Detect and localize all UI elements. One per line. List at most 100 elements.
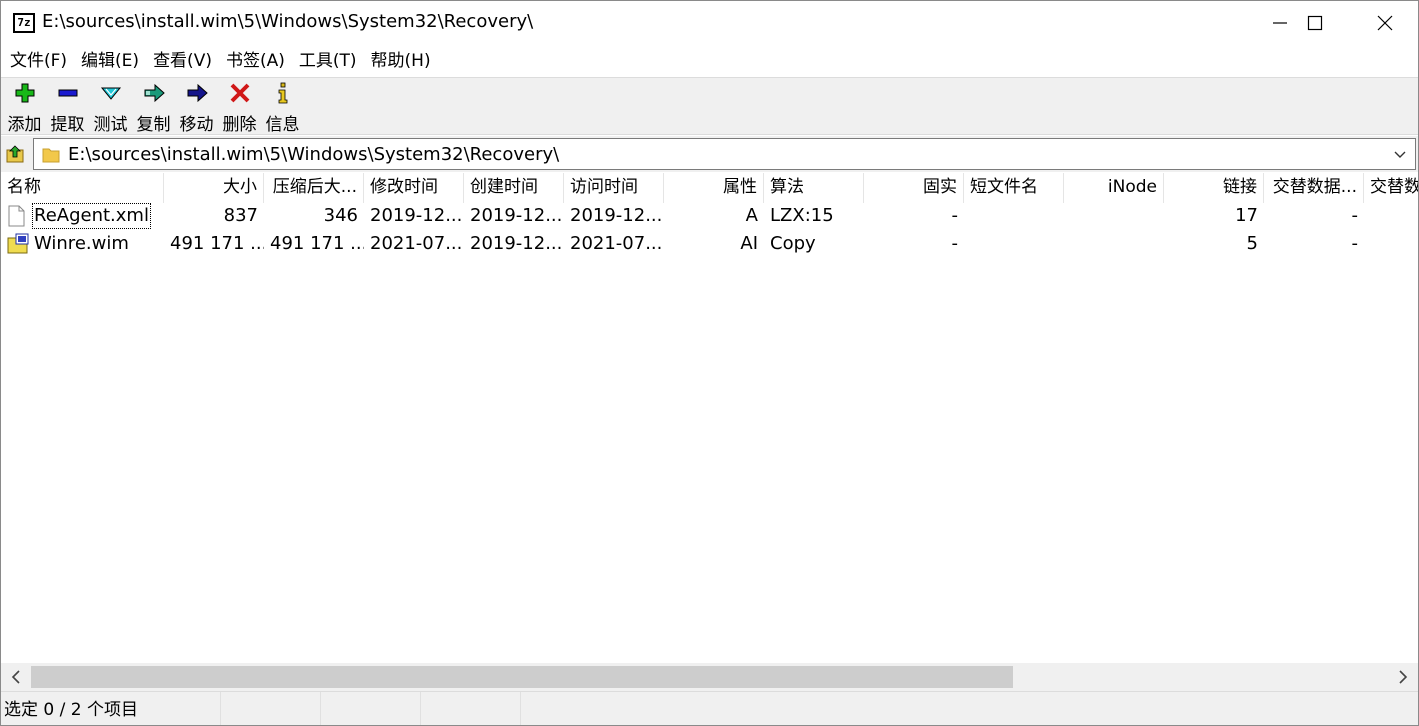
delete-label: 删除	[222, 115, 257, 135]
list-header: 名称 大小 压缩后大... 修改时间 创建时间 访问时间 属性 算法 固实 短文…	[1, 173, 1418, 203]
column-method[interactable]: 算法	[764, 173, 864, 203]
status-panel-2	[221, 692, 321, 725]
test-button[interactable]: 测试	[89, 78, 132, 135]
column-attributes[interactable]: 属性	[664, 173, 764, 203]
size-cell: 837	[223, 205, 258, 226]
solid-cell: -	[951, 205, 959, 226]
test-icon	[100, 82, 122, 104]
copy-label: 复制	[136, 115, 171, 135]
column-packed-size[interactable]: 压缩后大...	[264, 173, 364, 203]
xml-file-icon	[7, 205, 29, 227]
close-icon	[1377, 15, 1393, 31]
wim-file-icon	[7, 233, 29, 255]
move-icon	[186, 82, 208, 104]
inode-cell	[1064, 230, 1164, 258]
column-short-name[interactable]: 短文件名	[964, 173, 1064, 203]
name-cell: Winre.wim	[1, 230, 164, 258]
toolbar: 添加 提取 测试 复制 移动 删除 信息	[1, 77, 1418, 135]
maximize-icon	[1307, 15, 1323, 31]
maximize-button[interactable]	[1280, 1, 1350, 45]
created-cell: 2019-12...	[470, 205, 563, 226]
size-cell: 491 171 ...	[170, 233, 264, 254]
info-icon	[272, 82, 294, 104]
status-panel-3	[321, 692, 421, 725]
copy-icon	[143, 82, 165, 104]
menu-edit[interactable]: 编辑(E)	[74, 46, 146, 76]
close-button[interactable]	[1350, 1, 1418, 45]
address-input[interactable]: E:\sources\install.wim\5\Windows\System3…	[33, 138, 1416, 170]
short-name-cell	[964, 202, 1064, 230]
chevron-left-icon	[11, 670, 20, 684]
menu-help[interactable]: 帮助(H)	[364, 46, 438, 76]
column-size[interactable]: 大小	[164, 173, 264, 203]
short-name-cell	[964, 230, 1064, 258]
address-dropdown-button[interactable]	[1393, 147, 1407, 167]
file-list[interactable]: 名称 大小 压缩后大... 修改时间 创建时间 访问时间 属性 算法 固实 短文…	[1, 173, 1418, 663]
menu-file[interactable]: 文件(F)	[3, 46, 74, 76]
packed-size-cell: 346	[323, 205, 358, 226]
address-path: E:\sources\install.wim\5\Windows\System3…	[68, 144, 560, 165]
column-created[interactable]: 创建时间	[464, 173, 564, 203]
column-alt-streams[interactable]: 交替数据...	[1264, 173, 1364, 203]
attributes-cell: AI	[740, 233, 758, 254]
delete-button[interactable]: 删除	[218, 78, 261, 135]
info-button[interactable]: 信息	[261, 78, 304, 135]
table-row[interactable]: ReAgent.xml 837 346 2019-12... 2019-12..…	[1, 202, 1418, 230]
add-icon	[14, 82, 36, 104]
attributes-cell: A	[745, 205, 758, 226]
accessed-cell: 2019-12...	[570, 205, 663, 226]
up-folder-button[interactable]	[5, 143, 27, 165]
accessed-cell: 2021-07...	[570, 233, 663, 254]
delete-icon	[229, 82, 251, 104]
horizontal-scrollbar[interactable]	[1, 663, 1418, 691]
name-cell: ReAgent.xml	[1, 202, 164, 230]
scrollbar-thumb[interactable]	[31, 666, 1013, 688]
table-row[interactable]: Winre.wim 491 171 ... 491 171 ... 2021-0…	[1, 230, 1418, 258]
scroll-left-button[interactable]	[7, 669, 25, 685]
copy-button[interactable]: 复制	[132, 78, 175, 135]
chevron-down-icon	[1394, 151, 1406, 158]
extract-button[interactable]: 提取	[46, 78, 89, 135]
file-name: ReAgent.xml	[32, 203, 151, 229]
menu-bookmarks[interactable]: 书签(A)	[219, 46, 292, 76]
file-name: Winre.wim	[34, 233, 129, 254]
extract-label: 提取	[50, 115, 85, 135]
app-window: 7z E:\sources\install.wim\5\Windows\Syst…	[0, 0, 1419, 726]
window-title: E:\sources\install.wim\5\Windows\System3…	[42, 11, 534, 32]
title-bar: 7z E:\sources\install.wim\5\Windows\Syst…	[1, 1, 1418, 45]
column-links[interactable]: 链接	[1164, 173, 1264, 203]
solid-cell: -	[951, 233, 959, 254]
up-folder-icon	[6, 145, 24, 163]
packed-size-cell: 491 171 ...	[270, 233, 364, 254]
column-inode[interactable]: iNode	[1064, 173, 1164, 203]
column-modified[interactable]: 修改时间	[364, 173, 464, 203]
column-name[interactable]: 名称	[1, 173, 164, 203]
selection-status: 选定 0 / 2 个项目	[1, 692, 221, 725]
info-label: 信息	[265, 115, 300, 135]
column-alt-streams-2[interactable]: 交替数	[1364, 173, 1418, 203]
scroll-right-button[interactable]	[1394, 669, 1412, 685]
menu-bar: 文件(F) 编辑(E) 查看(V) 书签(A) 工具(T) 帮助(H)	[1, 45, 1418, 77]
add-button[interactable]: 添加	[3, 78, 46, 135]
alt-streams-cell: -	[1351, 233, 1359, 254]
modified-cell: 2019-12...	[370, 205, 463, 226]
method-cell: LZX:15	[770, 205, 834, 226]
app-icon: 7z	[13, 13, 35, 33]
alt-streams-2-cell	[1364, 202, 1418, 230]
created-cell: 2019-12...	[470, 233, 563, 254]
modified-cell: 2021-07...	[370, 233, 463, 254]
status-bar: 选定 0 / 2 个项目	[1, 691, 1418, 725]
menu-tools[interactable]: 工具(T)	[292, 46, 364, 76]
move-button[interactable]: 移动	[175, 78, 218, 135]
status-panel-4	[421, 692, 521, 725]
menu-view[interactable]: 查看(V)	[146, 46, 219, 76]
inode-cell	[1064, 202, 1164, 230]
move-label: 移动	[179, 115, 214, 135]
chevron-right-icon	[1399, 670, 1408, 684]
alt-streams-cell: -	[1351, 205, 1359, 226]
column-accessed[interactable]: 访问时间	[564, 173, 664, 203]
column-solid[interactable]: 固实	[864, 173, 964, 203]
folder-icon	[42, 146, 60, 169]
links-cell: 17	[1235, 205, 1258, 226]
alt-streams-2-cell	[1364, 230, 1418, 258]
